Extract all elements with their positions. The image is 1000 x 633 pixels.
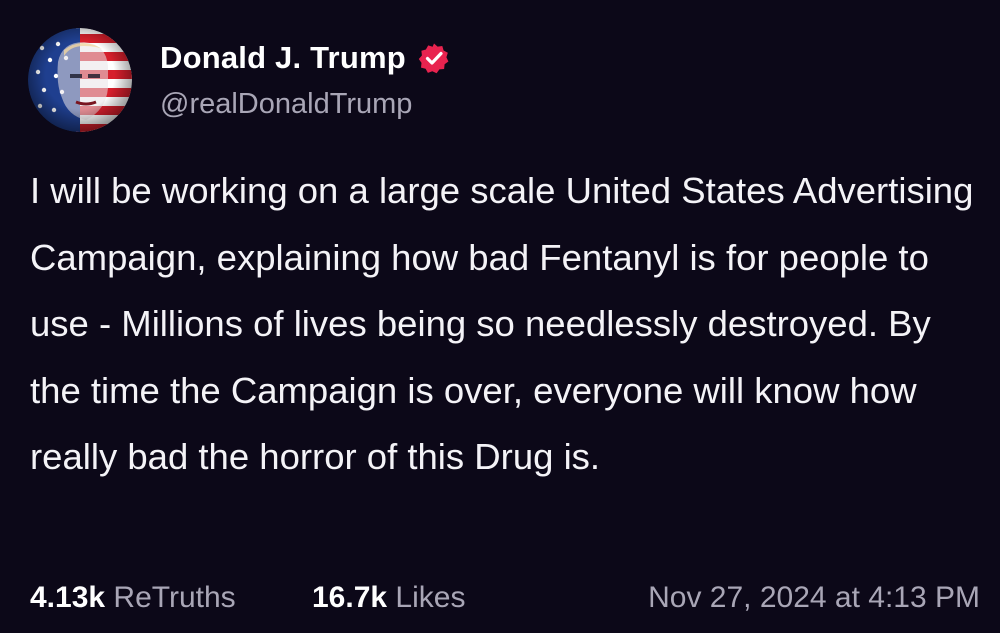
verified-badge-icon	[418, 43, 449, 74]
author-name-row: Donald J. Trump	[160, 36, 450, 80]
post-text: I will be working on a large scale Unite…	[30, 170, 974, 477]
retruths-label: ReTruths	[113, 581, 236, 614]
post-timestamp[interactable]: Nov 27, 2024 at 4:13 PM	[648, 581, 980, 615]
retruths-count: 4.13k	[30, 581, 106, 614]
author-handle[interactable]: @realDonaldTrump	[160, 88, 412, 121]
likes-count: 16.7k	[312, 581, 388, 614]
retruths-stat[interactable]: 4.13k ReTruths	[30, 581, 236, 615]
likes-stat[interactable]: 16.7k Likes	[312, 581, 465, 615]
author-avatar[interactable]	[28, 28, 132, 132]
author-display-name[interactable]: Donald J. Trump	[160, 40, 406, 76]
avatar-portrait-icon	[28, 28, 132, 132]
likes-label: Likes	[395, 581, 466, 614]
truth-post: Donald J. Trump @realDonaldTrump I will …	[0, 0, 1000, 633]
post-stats-bar: 4.13k ReTruths 16.7k Likes Nov 27, 2024 …	[30, 575, 980, 625]
